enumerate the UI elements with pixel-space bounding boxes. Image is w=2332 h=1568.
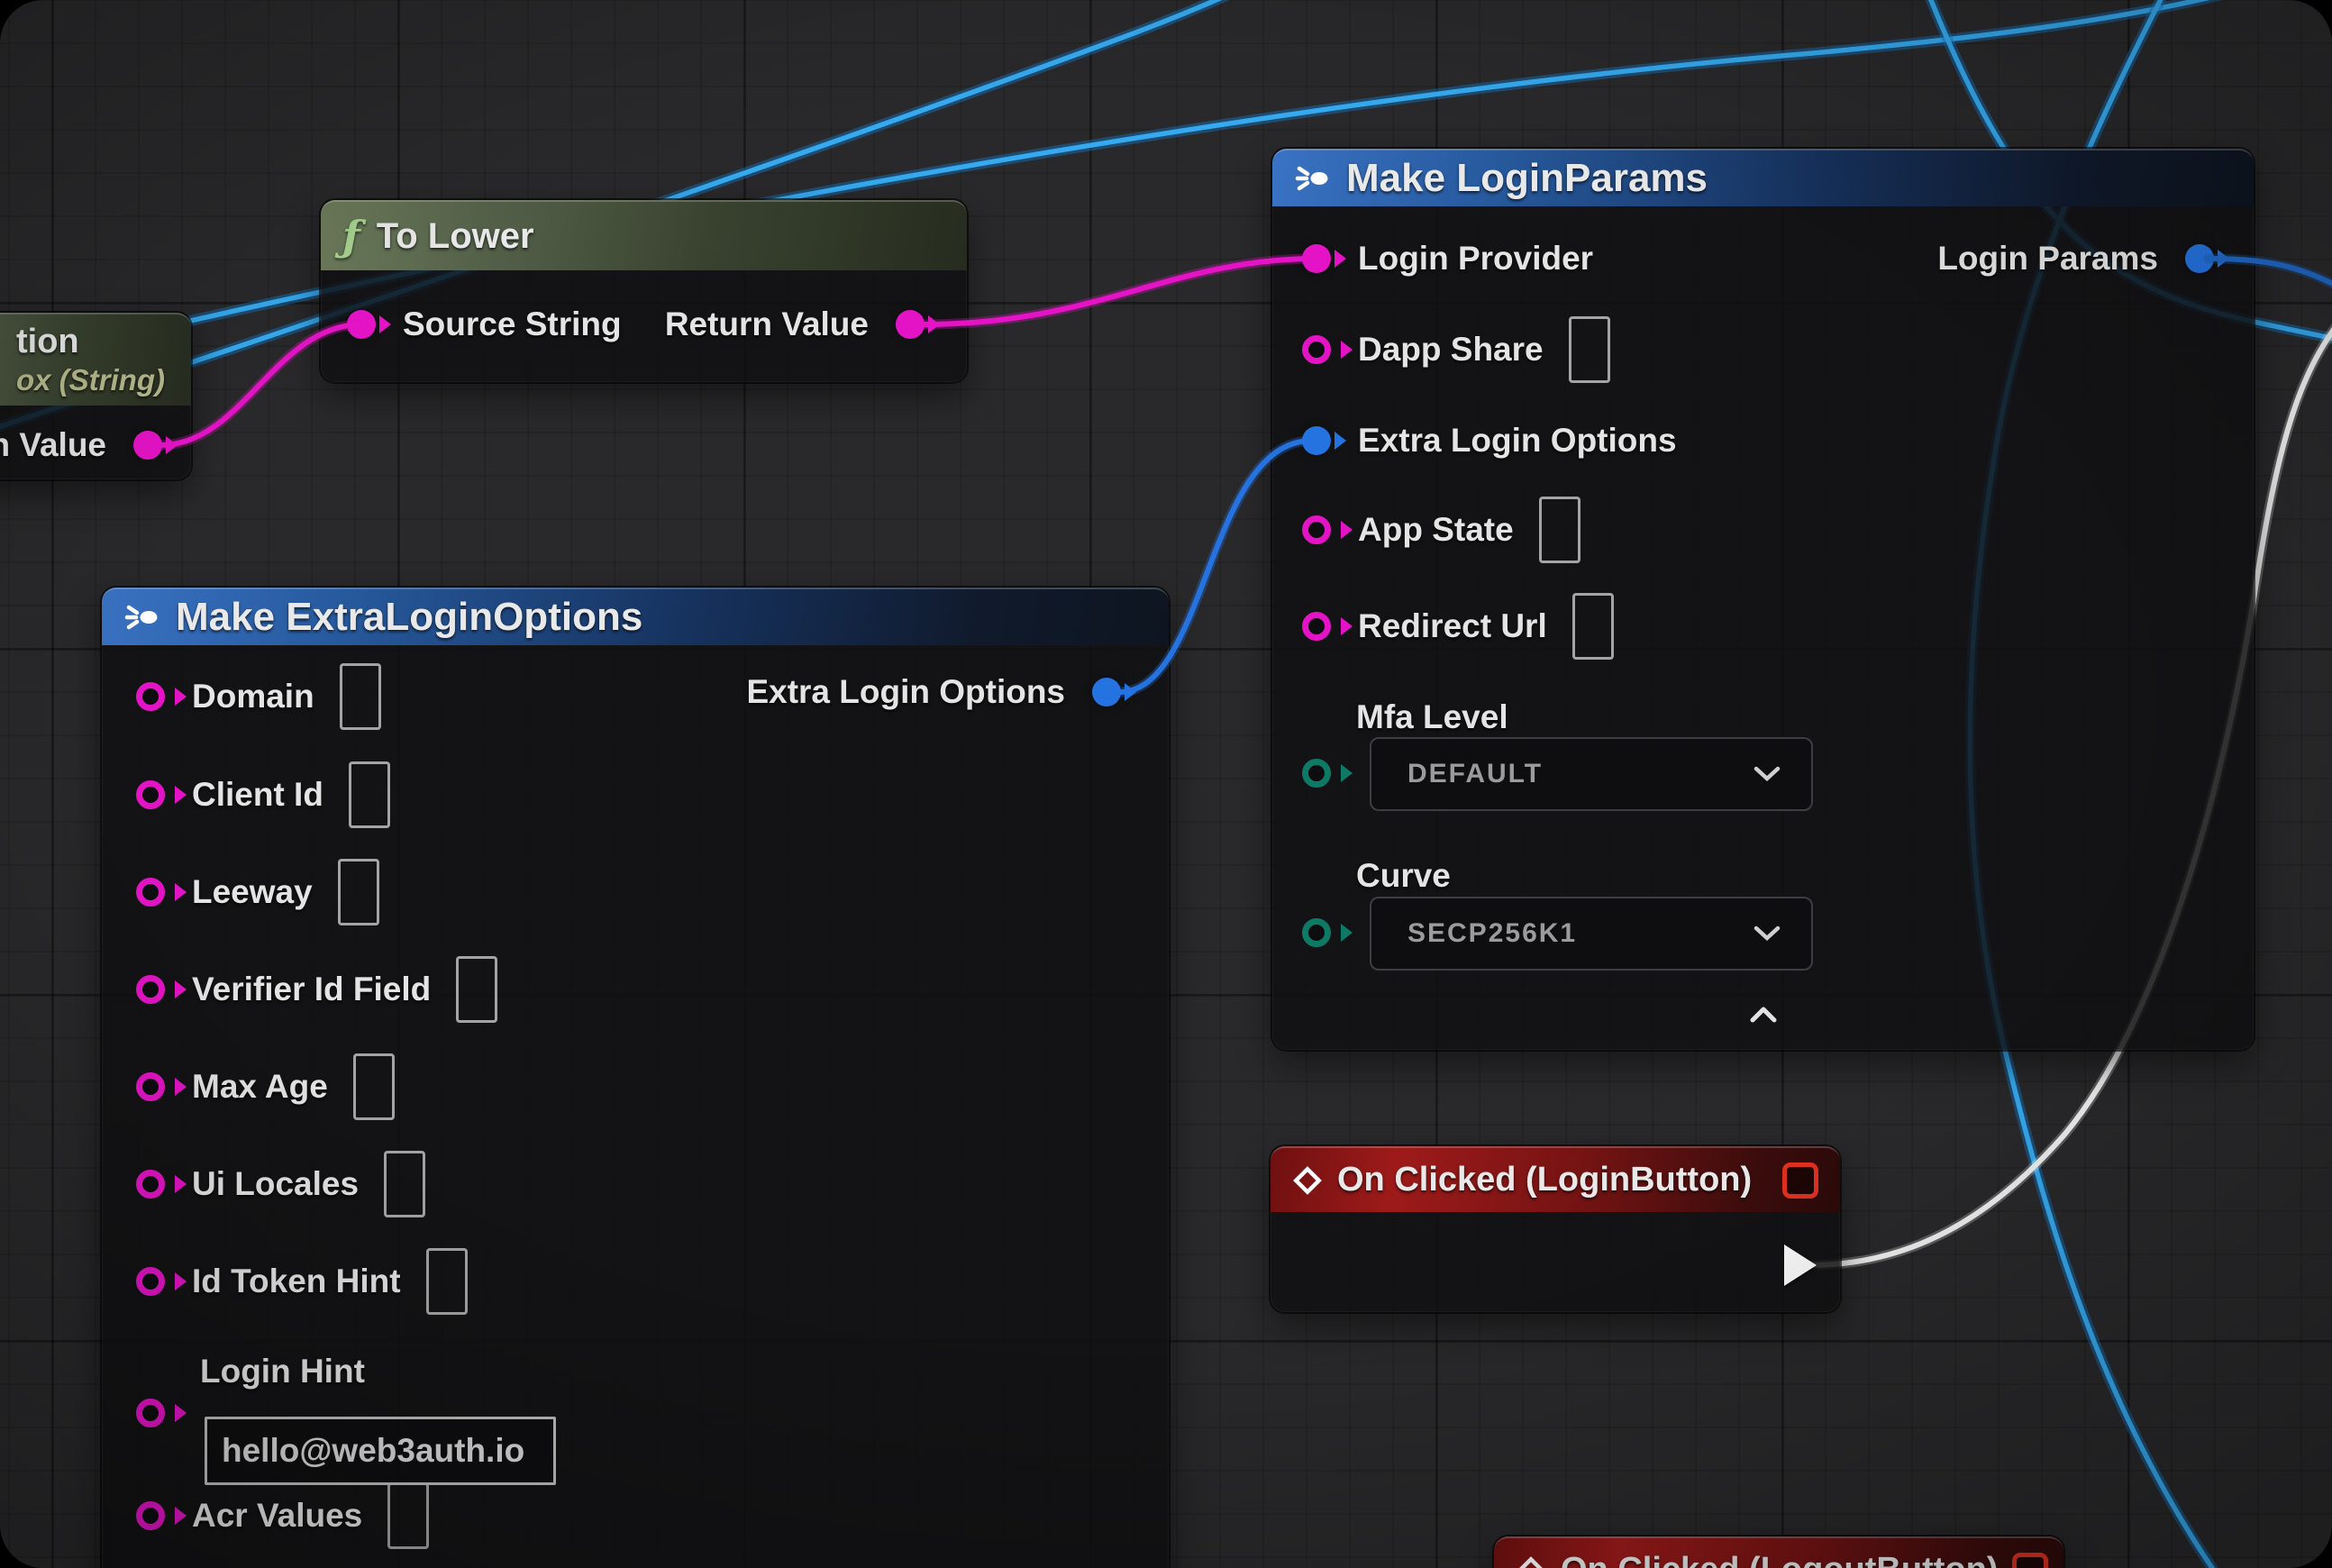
wire-string-return-to-source[interactable] xyxy=(160,324,362,445)
wire-layer-front xyxy=(0,0,2332,1568)
wire-string-tolower-to-provider[interactable] xyxy=(923,259,1316,324)
wire-struct-extra-login-options[interactable] xyxy=(1119,441,1312,692)
wire-struct-login-params-out[interactable] xyxy=(2209,259,2332,299)
blueprint-canvas[interactable]: tion ox (String) eturn Value ƒ To Lower … xyxy=(0,0,2332,1568)
